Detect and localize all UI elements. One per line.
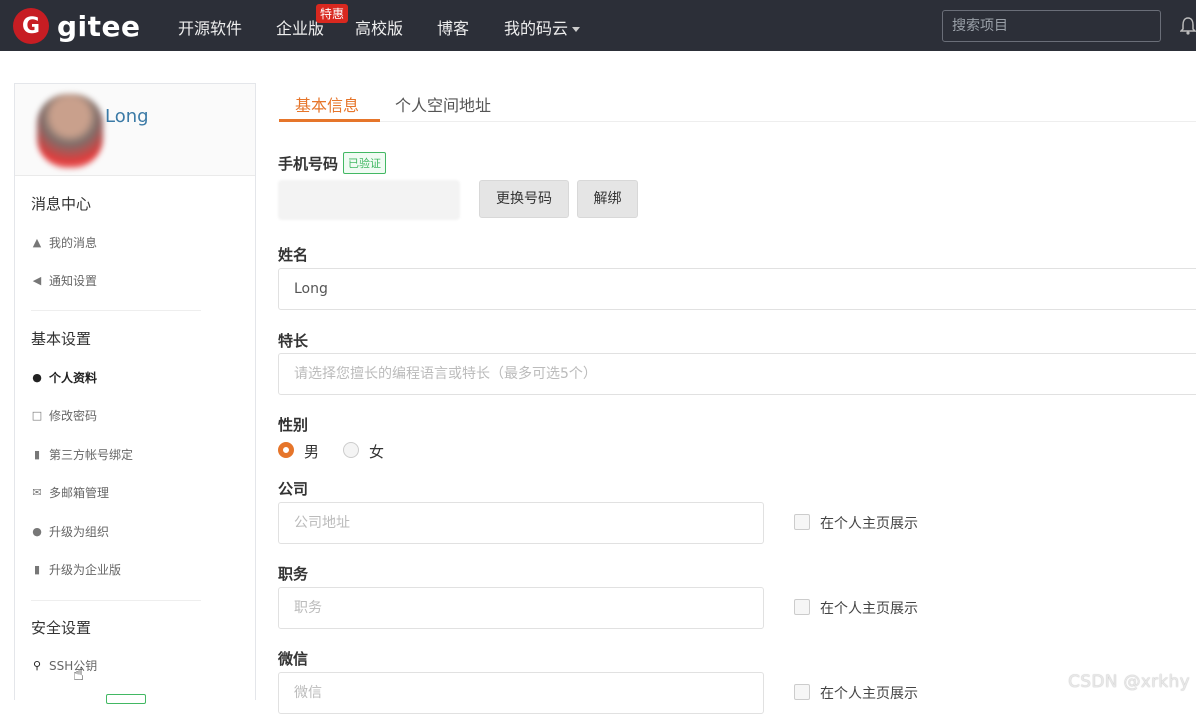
active-tab-indicator [279, 119, 380, 122]
wechat-show-checkbox[interactable] [794, 684, 810, 700]
logo-text: gitee [57, 10, 141, 43]
watermark: CSDN @xrkhy [1068, 672, 1190, 692]
wechat-label: 微信 [278, 648, 308, 669]
gitee-logo-icon: G [13, 8, 49, 44]
bookmark-icon: ▮ [31, 448, 43, 461]
search-input[interactable] [942, 10, 1161, 42]
position-show-label: 在个人主页展示 [820, 598, 918, 618]
sidebar-item-label: 修改密码 [49, 407, 97, 424]
sidebar-item-label: 多邮箱管理 [49, 484, 109, 501]
nav-open-source[interactable]: 开源软件 [178, 15, 242, 39]
company-show-checkbox[interactable] [794, 514, 810, 530]
gender-female-radio[interactable] [343, 442, 359, 458]
sidebar-item-label: 个人资料 [49, 369, 97, 386]
position-label: 职务 [278, 563, 308, 584]
nav-blog[interactable]: 博客 [437, 15, 469, 39]
name-field[interactable]: Long [278, 268, 1196, 310]
lock-icon: □ [31, 409, 43, 422]
name-label: 姓名 [278, 244, 308, 265]
phone-number-field [278, 180, 460, 220]
divider [31, 310, 201, 311]
sidebar-item-upgrade-org[interactable]: ● 升级为组织 [31, 523, 109, 540]
status-badge [106, 694, 146, 704]
volume-icon: ◀ [31, 274, 43, 287]
sidebar-item-change-password[interactable]: □ 修改密码 [31, 407, 97, 424]
verified-badge: 已验证 [343, 152, 386, 174]
wechat-show-label: 在个人主页展示 [820, 683, 918, 703]
skill-select[interactable]: 请选择您擅长的编程语言或特长（最多可选5个） [278, 353, 1196, 395]
gender-female-label: 女 [369, 441, 384, 462]
bell-icon: ▲ [31, 236, 43, 249]
sidebar-item-profile[interactable]: ● 个人资料 [31, 369, 97, 386]
gender-label: 性别 [278, 414, 308, 435]
username[interactable]: Long [105, 106, 149, 127]
chevron-down-icon [572, 27, 580, 32]
section-basic-settings: 基本设置 [31, 328, 91, 349]
sidebar-item-emails[interactable]: ✉ 多邮箱管理 [31, 484, 109, 501]
nav-education[interactable]: 高校版 [355, 15, 403, 39]
settings-sidebar: Long 消息中心 ▲ 我的消息 ◀ 通知设置 基本设置 ● 个人资料 □ 修改密码 ▮… [14, 83, 256, 700]
gitee-logo[interactable]: G gitee [13, 8, 141, 44]
sidebar-item-ssh-keys[interactable]: ⚲SSH公钥 [31, 657, 97, 674]
sidebar-item-label: 我的消息 [49, 234, 97, 251]
sidebar-item-my-messages[interactable]: ▲ 我的消息 [31, 234, 97, 251]
phone-label: 手机号码 [278, 153, 338, 174]
sidebar-item-label: 通知设置 [49, 272, 97, 289]
key-icon: ⚲ [31, 659, 43, 672]
sidebar-item-label: 升级为组织 [49, 523, 109, 540]
profile-card: Long [15, 84, 255, 176]
building-icon: ▮ [31, 563, 43, 576]
group-icon: ● [31, 525, 43, 538]
sidebar-item-label: 升级为企业版 [49, 561, 121, 578]
top-nav: G gitee 开源软件 企业版 特惠 高校版 博客 我的码云 [0, 0, 1196, 51]
sidebar-item-label: 第三方帐号绑定 [49, 446, 133, 463]
nav-my-gitee-label: 我的码云 [504, 19, 568, 38]
section-message-center: 消息中心 [31, 193, 91, 214]
tab-space-address[interactable]: 个人空间地址 [395, 92, 491, 116]
company-label: 公司 [278, 478, 308, 499]
company-show-label: 在个人主页展示 [820, 513, 918, 533]
unbind-phone-button[interactable]: 解绑 [577, 180, 638, 218]
avatar[interactable] [37, 94, 103, 168]
hot-badge: 特惠 [316, 4, 348, 23]
mail-icon: ✉ [31, 486, 43, 499]
nav-my-gitee[interactable]: 我的码云 [504, 15, 580, 39]
section-security-settings: 安全设置 [31, 617, 91, 638]
sidebar-item-upgrade-enterprise[interactable]: ▮ 升级为企业版 [31, 561, 121, 578]
profile-tabs: 基本信息 个人空间地址 [279, 78, 1196, 122]
user-icon: ● [31, 371, 43, 384]
divider [31, 600, 201, 601]
position-field[interactable]: 职务 [278, 587, 764, 629]
sidebar-item-notify-settings[interactable]: ◀ 通知设置 [31, 272, 97, 289]
bell-icon[interactable] [1180, 16, 1196, 36]
sidebar-item-third-party[interactable]: ▮ 第三方帐号绑定 [31, 446, 133, 463]
gender-male-label: 男 [304, 441, 319, 462]
gender-male-radio[interactable] [278, 442, 294, 458]
skill-label: 特长 [278, 330, 308, 351]
wechat-field[interactable]: 微信 [278, 672, 764, 714]
change-phone-button[interactable]: 更换号码 [479, 180, 569, 218]
company-field[interactable]: 公司地址 [278, 502, 764, 544]
hand-cursor-icon: ☝ [73, 664, 84, 685]
tab-basic-info[interactable]: 基本信息 [295, 92, 359, 116]
position-show-checkbox[interactable] [794, 599, 810, 615]
